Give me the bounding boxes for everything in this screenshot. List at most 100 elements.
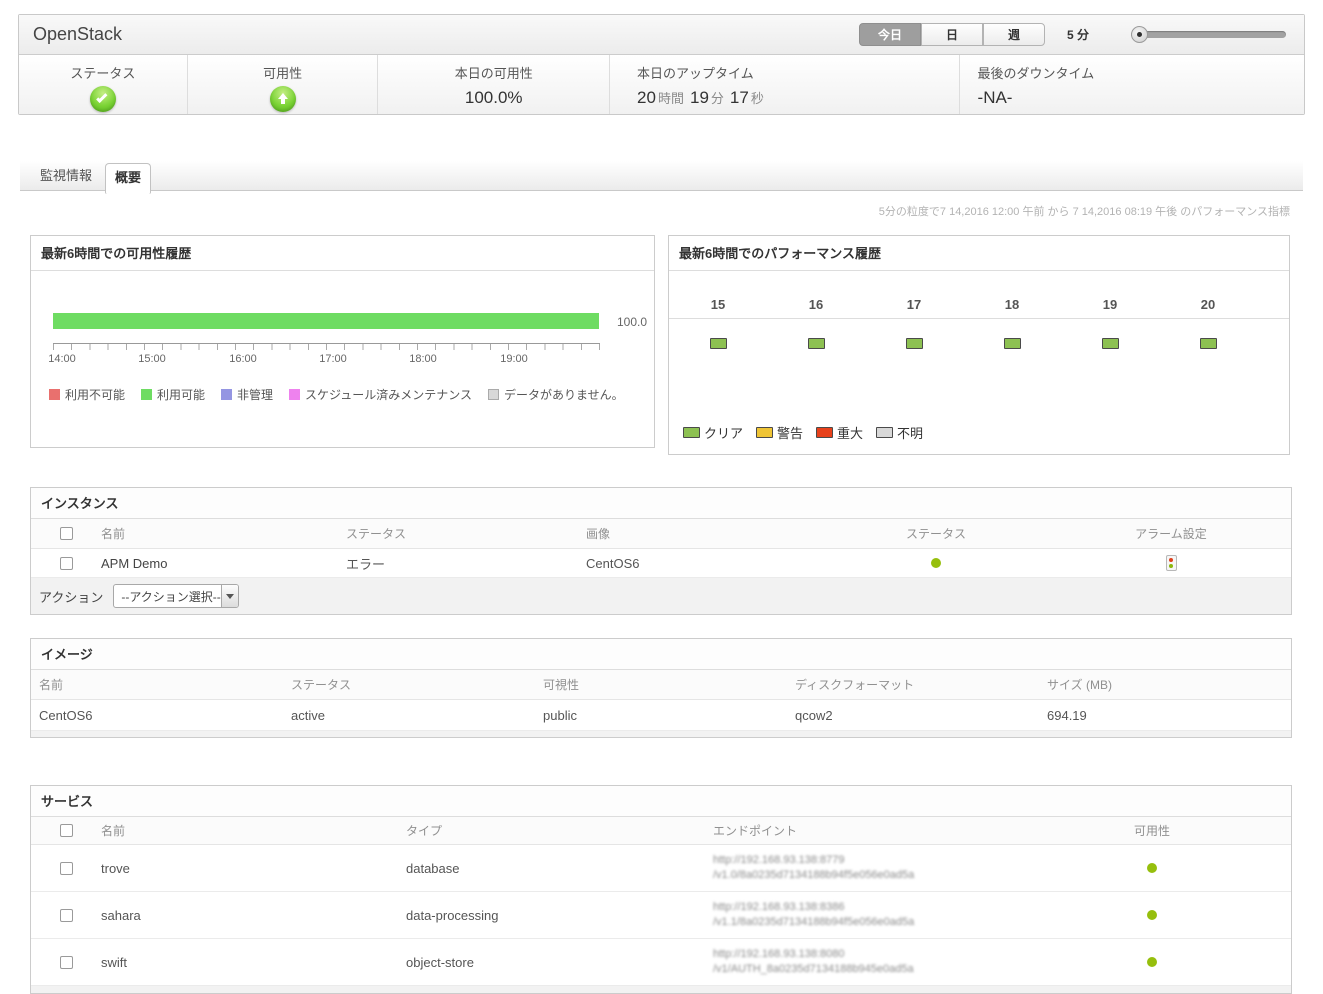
tab-monitor-info[interactable]: 監視情報 [40, 161, 92, 191]
performance-status-row [669, 338, 1289, 349]
row-checkbox[interactable] [60, 862, 73, 875]
column-header: 名前 [101, 525, 346, 542]
header-title-row: OpenStack 今日 日 週 5 分 [19, 15, 1304, 55]
column-header: ステータス [346, 525, 586, 542]
action-label: アクション [39, 587, 103, 606]
instance-name-link[interactable]: APM Demo [101, 556, 346, 571]
period-note: 5分の粒度で7 14,2016 12:00 午前 から 7 14,2016 08… [879, 203, 1290, 219]
select-dropdown-button[interactable] [221, 585, 239, 607]
x-tick-label: 19:00 [494, 353, 534, 365]
hour-label: 19 [1061, 271, 1159, 318]
performance-status-cell[interactable] [1004, 338, 1021, 349]
period-button-group: 今日 日 週 [859, 23, 1045, 46]
stat-last-downtime: 最後のダウンタイム -NA- [960, 55, 1304, 114]
image-status: active [283, 708, 535, 723]
hour-label: 16 [767, 271, 865, 318]
legend-label: 重大 [837, 423, 863, 442]
period-button-week[interactable]: 週 [983, 23, 1045, 46]
instances-section: インスタンス 名前 ステータス 画像 ステータス アラーム設定 APM Demo… [30, 487, 1292, 615]
performance-status-cell[interactable] [1102, 338, 1119, 349]
page: OpenStack 今日 日 週 5 分 ステータス 可用性 [0, 0, 1323, 994]
up-arrow-icon [278, 93, 288, 104]
today-availability-value: 100.0% [378, 88, 609, 108]
performance-status-cell[interactable] [906, 338, 923, 349]
availability-dot-icon [1147, 863, 1157, 873]
section-footer [31, 731, 1291, 737]
instances-action-row: アクション --アクション選択-- [31, 578, 1291, 614]
select-all-checkbox[interactable] [60, 527, 73, 540]
image-visibility: public [535, 708, 787, 723]
performance-status-cell[interactable] [808, 338, 825, 349]
legend-swatch-unmanaged [221, 389, 232, 400]
select-all-checkbox[interactable] [60, 824, 73, 837]
performance-panel-title: 最新6時間でのパフォーマンス履歴 [669, 236, 1289, 271]
section-footer [31, 986, 1291, 993]
availability-dot-icon [1147, 957, 1157, 967]
service-name: sahara [101, 908, 406, 923]
slider-handle[interactable] [1131, 26, 1148, 43]
legend-swatch-nodata [488, 389, 499, 400]
page-title: OpenStack [33, 24, 122, 45]
availability-bar-value: 100.0 [617, 315, 647, 329]
uptime-hours-unit: 時間 [658, 91, 684, 106]
action-select-value: --アクション選択-- [114, 588, 220, 605]
status-ok-icon [90, 86, 116, 112]
column-header: アラーム設定 [1051, 525, 1291, 542]
legend-item: 利用可能 [141, 386, 205, 403]
hour-label: 20 [1159, 271, 1257, 318]
service-type: data-processing [406, 908, 713, 923]
column-header: 画像 [586, 525, 821, 542]
action-select[interactable]: --アクション選択-- [113, 584, 239, 608]
x-tick-label: 16:00 [223, 353, 263, 365]
legend-swatch-warning [756, 427, 773, 438]
table-row: CentOS6 active public qcow2 694.19 [31, 700, 1291, 731]
service-type: database [406, 861, 713, 876]
stat-uptime: 本日のアップタイム 20時間19分17秒 [610, 55, 959, 114]
instance-image: CentOS6 [586, 556, 821, 571]
availability-panel-title: 最新6時間での可用性履歴 [31, 236, 654, 271]
availability-legend: 利用不可能 利用可能 非管理 スケジュール済みメンテナンス データがありません。 [49, 386, 640, 403]
column-header: エンドポイント [713, 822, 1013, 839]
services-header-row: 名前 タイプ エンドポイント 可用性 [31, 817, 1291, 845]
column-header: タイプ [406, 822, 713, 839]
uptime-seconds: 17 [730, 88, 749, 107]
legend-label: 非管理 [237, 386, 273, 403]
performance-status-cell[interactable] [1200, 338, 1217, 349]
chevron-down-icon [226, 594, 234, 599]
monitor-header: OpenStack 今日 日 週 5 分 ステータス 可用性 [18, 14, 1305, 115]
column-header: 名前 [101, 822, 406, 839]
service-name: swift [101, 955, 406, 970]
performance-status-cell[interactable] [710, 338, 727, 349]
row-checkbox[interactable] [60, 557, 73, 570]
header-controls: 今日 日 週 5 分 [859, 23, 1294, 46]
legend-label: データがありません。 [504, 386, 624, 403]
uptime-minutes: 19 [690, 88, 709, 107]
period-button-today[interactable]: 今日 [859, 23, 921, 46]
table-row: swift object-store http://192.168.93.138… [31, 939, 1291, 986]
images-section: イメージ 名前 ステータス 可視性 ディスクフォーマット サイズ (MB) Ce… [30, 638, 1292, 738]
stat-availability-label: 可用性 [188, 63, 378, 82]
performance-chart: 15 16 17 18 19 20 クリア 警告 重大 不明 [669, 271, 1289, 349]
legend-label: スケジュール済みメンテナンス [305, 386, 472, 403]
row-checkbox[interactable] [60, 909, 73, 922]
services-section-title: サービス [31, 786, 1291, 817]
uptime-minutes-unit: 分 [711, 91, 724, 106]
images-header-row: 名前 ステータス 可視性 ディスクフォーマット サイズ (MB) [31, 670, 1291, 700]
performance-history-panel: 最新6時間でのパフォーマンス履歴 15 16 17 18 19 20 クリア 警… [668, 235, 1290, 455]
image-disk-format: qcow2 [787, 708, 1039, 723]
legend-item: 警告 [756, 423, 803, 442]
header-stats-row: ステータス 可用性 本日の可用性 100.0% 本日のアップタイム 20時間19… [19, 55, 1304, 114]
instances-header-row: 名前 ステータス 画像 ステータス アラーム設定 [31, 519, 1291, 549]
interval-slider[interactable] [1131, 26, 1286, 43]
images-section-title: イメージ [31, 639, 1291, 670]
legend-swatch-available [141, 389, 152, 400]
hour-label: 18 [963, 271, 1061, 318]
uptime-hours: 20 [637, 88, 656, 107]
legend-item: 非管理 [221, 386, 273, 403]
tab-overview[interactable]: 概要 [105, 163, 151, 194]
period-button-day[interactable]: 日 [921, 23, 983, 46]
performance-hours-row: 15 16 17 18 19 20 [669, 271, 1289, 319]
alarm-config-icon[interactable] [1166, 555, 1177, 571]
stat-last-downtime-label: 最後のダウンタイム [978, 63, 1304, 82]
row-checkbox[interactable] [60, 956, 73, 969]
